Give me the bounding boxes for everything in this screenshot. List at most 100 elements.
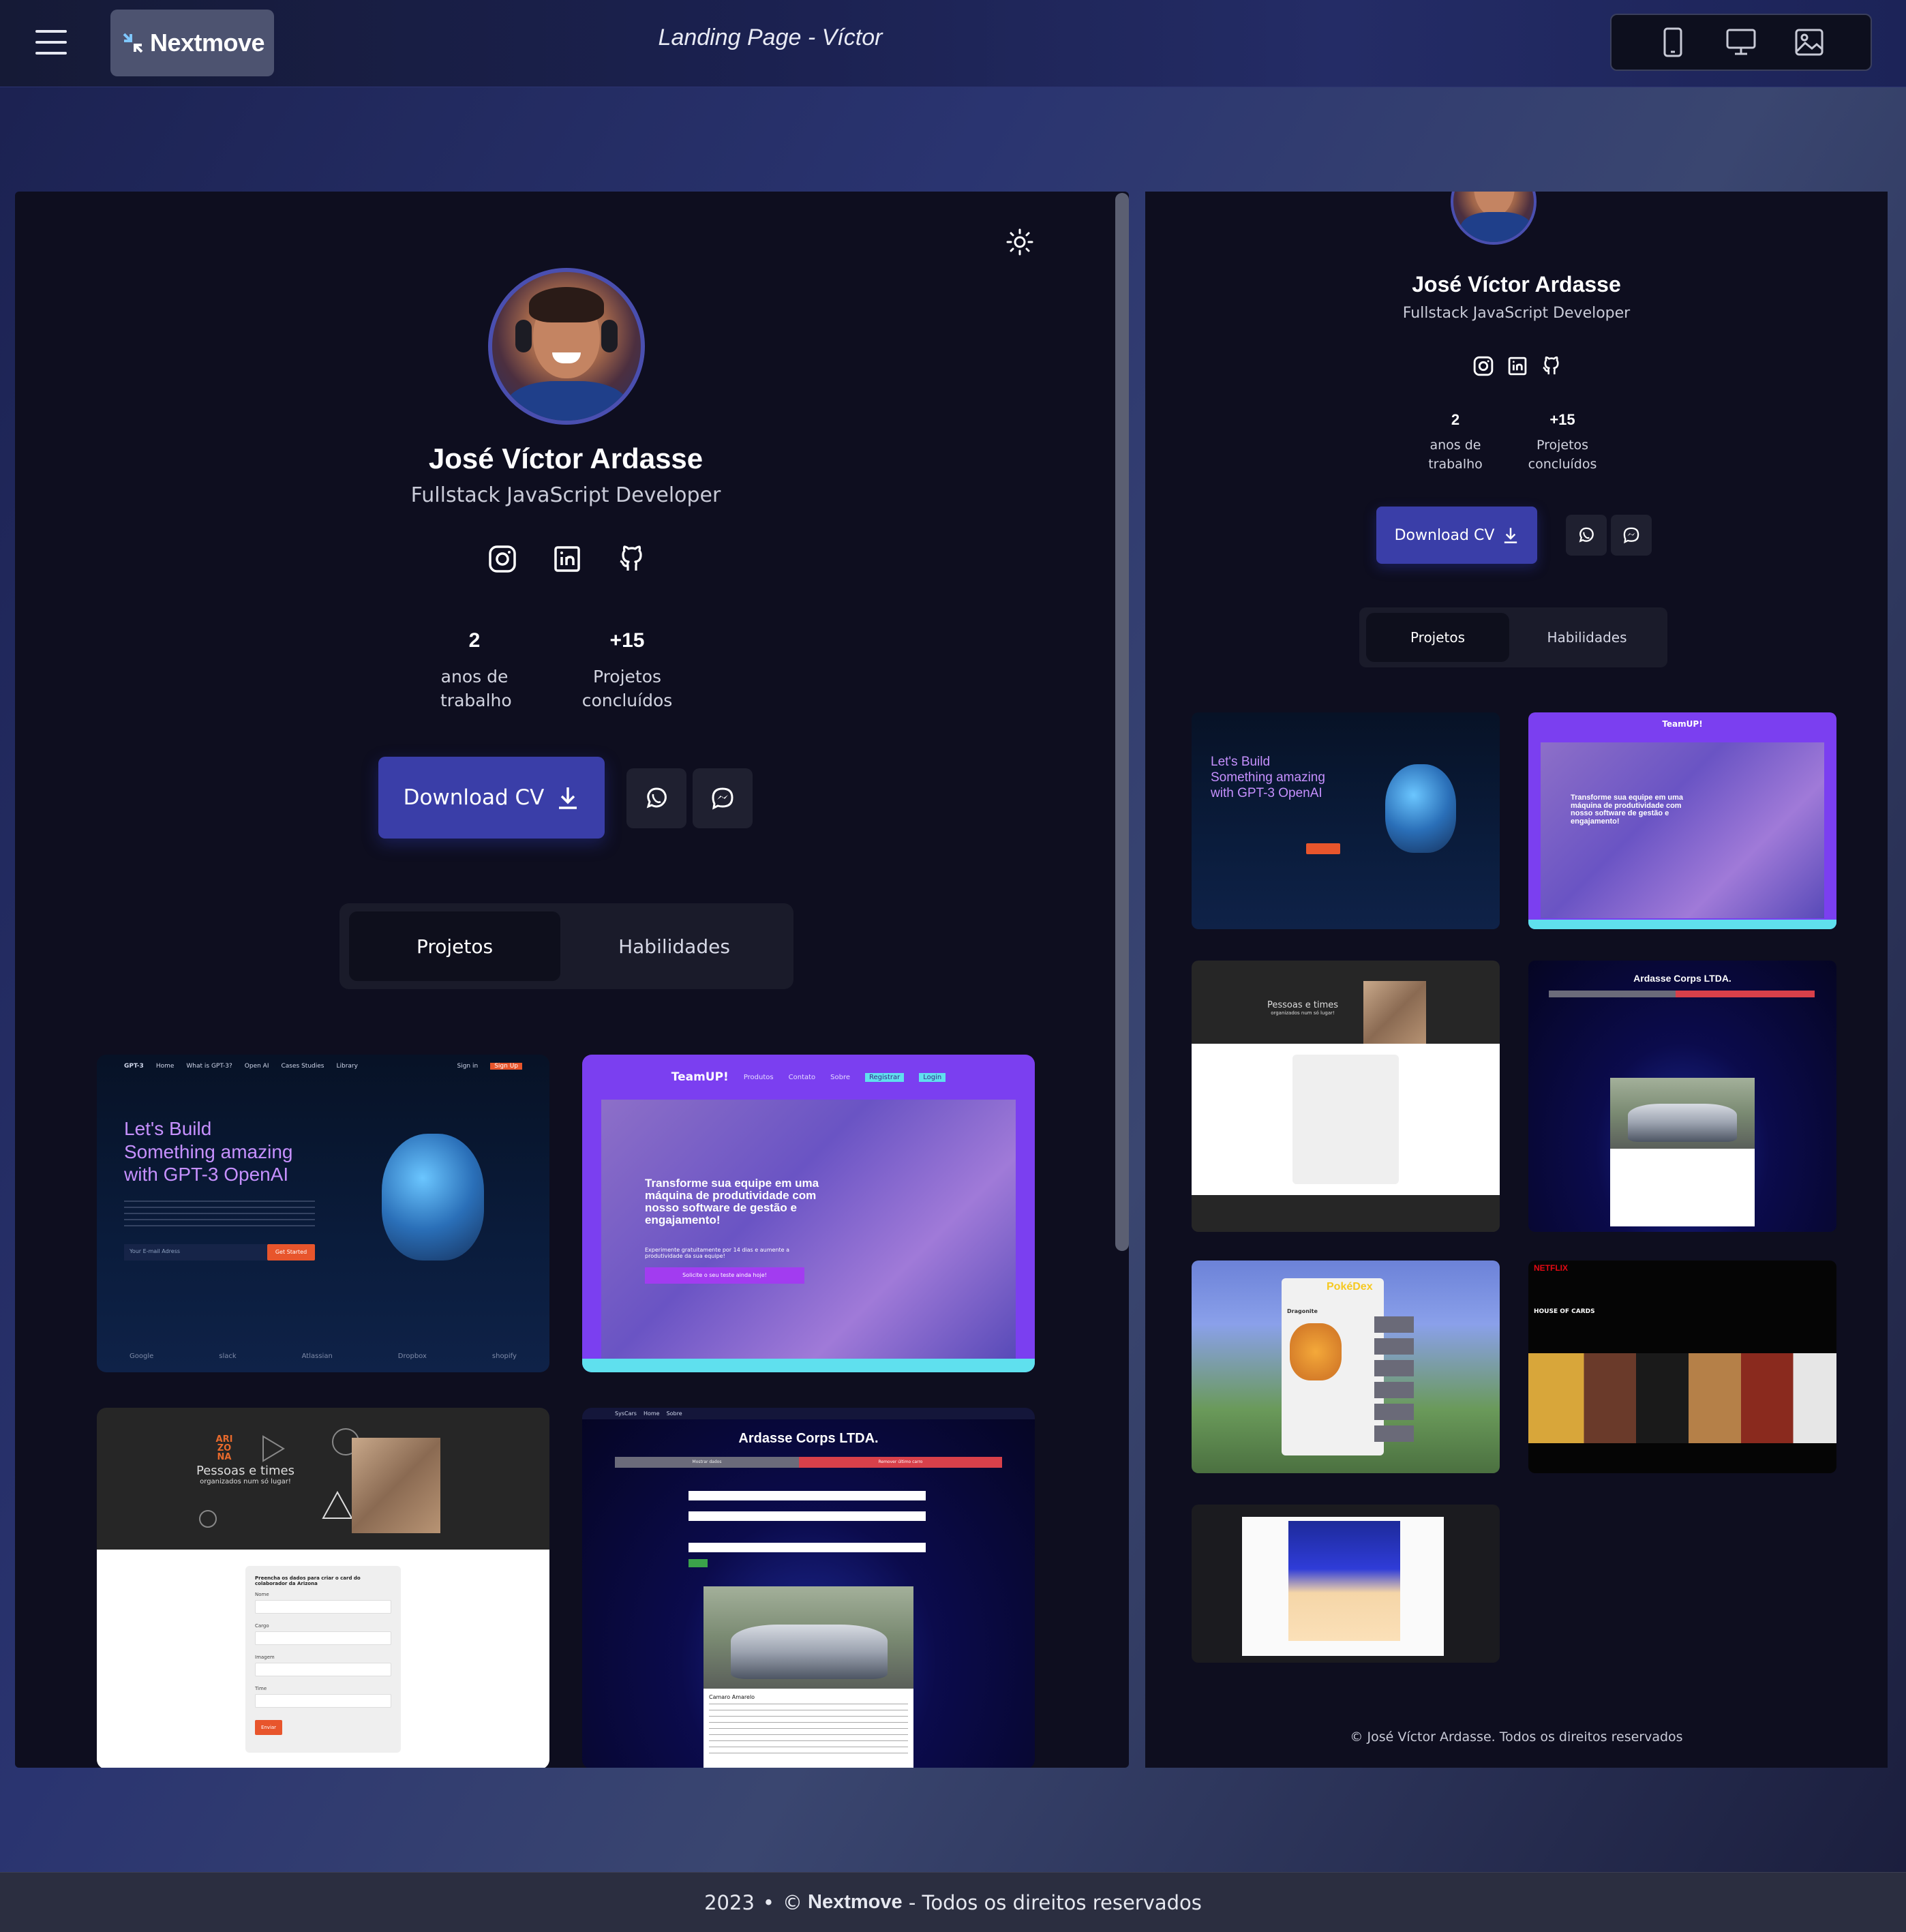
github-link[interactable] <box>614 541 650 577</box>
avatar <box>488 268 645 425</box>
download-cv-label: Download CV <box>1394 526 1495 544</box>
avatar <box>1451 192 1537 245</box>
linkedin-link[interactable] <box>549 541 586 577</box>
tab-habilidades[interactable]: Habilidades <box>564 911 784 981</box>
team-photo <box>601 1100 1016 1359</box>
image-icon <box>1795 29 1824 56</box>
sun-icon <box>1006 228 1033 256</box>
stat-value: 2 <box>1451 411 1460 428</box>
github-link[interactable] <box>1538 352 1565 380</box>
teamup-headline: Transforme sua equipe em uma máquina de … <box>645 1177 819 1226</box>
footer-brand: Nextmove <box>808 1891 903 1913</box>
project-nav: GPT-3 Home What is GPT-3? Open AI Cases Stu… <box>97 1055 549 1078</box>
arizona-team-photo <box>352 1438 440 1533</box>
tab-projetos[interactable]: Projetos <box>1366 613 1509 662</box>
linkedin-icon <box>1508 357 1527 376</box>
whatsapp-button[interactable] <box>1566 515 1607 556</box>
download-icon <box>559 787 577 809</box>
stat-value: 2 <box>468 629 481 652</box>
car-card: Camaro Amarelo <box>704 1586 913 1768</box>
project-card-ardasse-corps[interactable]: Ardasse Corps LTDA. <box>1528 961 1836 1232</box>
project-card-arizona[interactable]: Pessoas e times organizados num só lugar… <box>1192 961 1500 1232</box>
stat-label: Projetos concluídos <box>1528 438 1597 472</box>
instagram-icon <box>489 545 516 573</box>
brand-logo[interactable]: Nextmove <box>110 10 274 76</box>
nextmove-logo-icon <box>123 33 143 53</box>
github-icon <box>620 545 642 571</box>
profile-name: José Víctor Ardasse <box>1412 272 1621 297</box>
messenger-icon <box>1623 527 1639 544</box>
stat-projects: +15 Projetos concluídos <box>578 629 676 712</box>
get-started-button: Get Started <box>267 1244 315 1261</box>
teamup-subtext: Experimente gratuitamente por 14 dias e … <box>645 1247 789 1259</box>
tab-habilidades[interactable]: Habilidades <box>1513 613 1661 662</box>
whatsapp-icon <box>646 787 667 809</box>
download-cv-button[interactable]: Download CV <box>378 757 605 839</box>
project-card-teamup[interactable]: TeamUP! Produtos Contato Sobre Registrar L… <box>582 1055 1035 1372</box>
linkedin-link[interactable] <box>1504 352 1531 380</box>
whatsapp-button[interactable] <box>626 768 686 828</box>
gpt-ai-face <box>1385 764 1456 853</box>
desktop-view-button[interactable] <box>1721 22 1761 63</box>
social-links <box>1470 352 1565 380</box>
top-bar: Nextmove Landing Page - Víctor <box>0 0 1906 87</box>
email-input: Your E-mail Adress <box>124 1244 267 1261</box>
footer-year: 2023 <box>704 1890 755 1914</box>
menu-icon[interactable] <box>35 29 67 56</box>
social-links <box>484 541 650 577</box>
stat-label: anos de trabalho <box>1428 438 1483 472</box>
gpt-headline: Let's Build Something amazing with GPT-3… <box>1211 755 1325 800</box>
theme-toggle-button[interactable] <box>999 222 1040 262</box>
instagram-link[interactable] <box>1470 352 1497 380</box>
project-nav: SysCars Home Sobre <box>582 1408 1035 1419</box>
project-card-ardasse-corps[interactable]: SysCars Home Sobre Ardasse Corps LTDA. Mos… <box>582 1408 1035 1768</box>
copyright-icon: © <box>783 1890 803 1914</box>
arizona-logo: ARI ZO NA <box>215 1434 233 1462</box>
download-icon <box>1504 528 1517 543</box>
stat-value: +15 <box>1549 411 1575 428</box>
stat-label: anos de trabalho <box>440 667 512 710</box>
desktop-preview-panel[interactable]: José Víctor Ardasse Fullstack JavaScript… <box>15 192 1129 1768</box>
arizona-form-area: Preencha os dados para criar o card do c… <box>97 1550 549 1768</box>
project-card-editor[interactable] <box>1192 1505 1500 1663</box>
download-cv-button[interactable]: Download CV <box>1376 507 1537 564</box>
tabs: Projetos Habilidades <box>339 903 793 989</box>
instagram-icon <box>1473 356 1494 376</box>
gpt-headline: Let's Build Something amazing with GPT-3… <box>124 1118 293 1186</box>
mobile-copyright: © José Víctor Ardasse. Todos os direitos… <box>1350 1730 1683 1745</box>
github-icon <box>1543 356 1559 375</box>
messenger-button[interactable] <box>693 768 753 828</box>
arizona-tagline: Pessoas e times organizados num só lugar… <box>196 1464 295 1485</box>
page-title: Landing Page - Víctor <box>658 25 883 50</box>
project-card-gpt3[interactable]: Let's Build Something amazing with GPT-3… <box>1192 712 1500 929</box>
image-view-button[interactable] <box>1789 22 1830 63</box>
messenger-icon <box>712 787 733 810</box>
gpt-ai-face <box>382 1134 484 1261</box>
device-toggle <box>1610 14 1872 71</box>
corp-title: Ardasse Corps LTDA. <box>738 1431 879 1446</box>
tab-projetos[interactable]: Projetos <box>349 911 560 981</box>
project-card-netflix[interactable]: NETFLIX HOUSE OF CARDS <box>1528 1261 1836 1473</box>
profile-role: Fullstack JavaScript Developer <box>1402 305 1631 322</box>
monitor-icon <box>1726 29 1756 55</box>
project-card-gpt3[interactable]: GPT-3 Home What is GPT-3? Open AI Cases Stu… <box>97 1055 549 1372</box>
brand-name: Nextmove <box>150 29 265 57</box>
linkedin-icon <box>554 546 580 572</box>
project-card-arizona[interactable]: ARI ZO NA Pessoas e times organizados nu… <box>97 1408 549 1768</box>
stat-projects: +15 Projetos concluídos <box>1522 411 1603 474</box>
download-cv-label: Download CV <box>403 785 545 810</box>
footer: 2023 • © Nextmove - Todos os direitos re… <box>0 1872 1906 1932</box>
project-card-teamup[interactable]: TeamUP! Transforme sua equipe em uma máq… <box>1528 712 1836 929</box>
whatsapp-icon <box>1579 527 1594 543</box>
project-nav: TeamUP! Produtos Contato Sobre Registrar L… <box>582 1055 1035 1100</box>
profile-role: Fullstack JavaScript Developer <box>410 483 721 507</box>
stat-years: 2 anos de trabalho <box>1425 411 1486 474</box>
mobile-view-button[interactable] <box>1652 22 1693 63</box>
messenger-button[interactable] <box>1611 515 1652 556</box>
mobile-preview-panel[interactable]: José Víctor Ardasse Fullstack JavaScript… <box>1145 192 1888 1768</box>
stat-value: +15 <box>609 629 645 652</box>
profile-name: José Víctor Ardasse <box>428 442 704 474</box>
scrollbar[interactable] <box>1115 193 1129 1251</box>
project-card-pokedex[interactable]: PokéDex Dragonite <box>1192 1261 1500 1473</box>
instagram-link[interactable] <box>484 541 521 577</box>
